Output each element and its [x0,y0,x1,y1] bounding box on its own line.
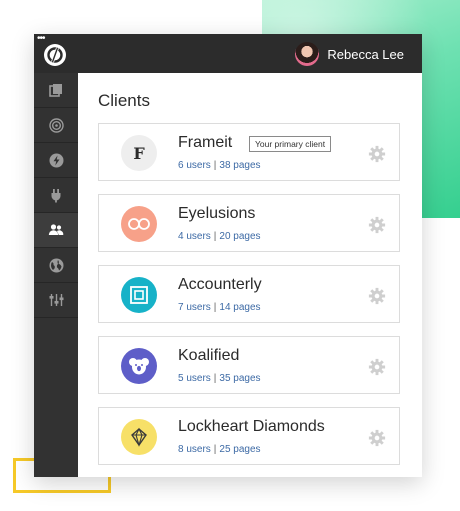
client-pages-link[interactable]: 35 pages [219,373,260,384]
koala-logo-icon [121,348,157,384]
client-meta: 6 users | 38 pages [178,160,261,171]
client-users-link[interactable]: 5 users [178,373,211,384]
globe-icon [49,258,63,272]
sidebar-item-clients[interactable] [34,213,78,248]
client-meta: 7 users | 14 pages [178,302,261,313]
gear-icon[interactable] [368,287,386,305]
sidebar-item-integrations[interactable] [34,143,78,178]
client-name[interactable]: Eyelusions [178,205,255,223]
client-users-link[interactable]: 4 users [178,231,211,242]
sidebar-item-domains[interactable] [34,248,78,283]
app-window: Rebecca Lee Clients F Frameit Your prima… [34,34,422,477]
users-icon [48,224,64,235]
client-card-lockheart-diamonds[interactable]: Lockheart Diamonds 8 users | 25 pages [98,407,400,465]
gear-icon[interactable] [368,145,386,163]
diamond-logo-icon [121,419,157,455]
logo-letter: F [133,143,145,163]
sliders-icon [49,294,63,306]
user-name: Rebecca Lee [327,46,404,62]
accounterly-logo-icon [121,277,157,313]
app-logo-icon[interactable] [44,44,66,66]
client-users-link[interactable]: 8 users [178,444,211,455]
user-menu[interactable]: Rebecca Lee [295,42,404,66]
sidebar [34,73,78,477]
client-meta: 4 users | 20 pages [178,231,261,242]
client-card-frameit[interactable]: F Frameit Your primary client 6 users | 38… [98,123,400,181]
eyelusions-logo-icon [121,206,157,242]
client-meta: 5 users | 35 pages [178,373,261,384]
gear-icon[interactable] [368,216,386,234]
sidebar-item-plugins[interactable] [34,178,78,213]
gear-icon[interactable] [368,358,386,376]
plug-icon [51,188,61,202]
client-card-koalified[interactable]: Koalified 5 users | 35 pages [98,336,400,394]
client-name[interactable]: Koalified [178,347,239,365]
window-menu-dots-icon: ••• [37,33,45,44]
client-users-link[interactable]: 6 users [178,160,211,171]
lightning-icon [49,153,63,167]
client-card-accounterly[interactable]: Accounterly 7 users | 14 pages [98,265,400,323]
top-bar: Rebecca Lee [34,34,422,73]
target-icon [48,117,64,133]
client-pages-link[interactable]: 38 pages [219,160,260,171]
page-title: Clients [98,91,150,110]
sidebar-item-pages[interactable] [34,73,78,108]
client-name[interactable]: Lockheart Diamonds [178,418,325,436]
avatar [295,42,320,66]
frameit-logo-icon: F [121,135,157,171]
primary-client-badge: Your primary client [249,136,332,152]
main-content: Clients F Frameit Your primary client 6 … [78,73,422,477]
client-users-link[interactable]: 7 users [178,302,211,313]
pages-icon [49,84,62,97]
sidebar-item-goals[interactable] [34,108,78,143]
client-pages-link[interactable]: 20 pages [219,231,260,242]
sidebar-item-settings[interactable] [34,283,78,318]
client-meta: 8 users | 25 pages [178,444,261,455]
client-card-eyelusions[interactable]: Eyelusions 4 users | 20 pages [98,194,400,252]
client-name[interactable]: Frameit [178,134,232,152]
gear-icon[interactable] [368,429,386,447]
client-pages-link[interactable]: 25 pages [219,444,260,455]
client-pages-link[interactable]: 14 pages [219,302,260,313]
client-name[interactable]: Accounterly [178,276,262,294]
